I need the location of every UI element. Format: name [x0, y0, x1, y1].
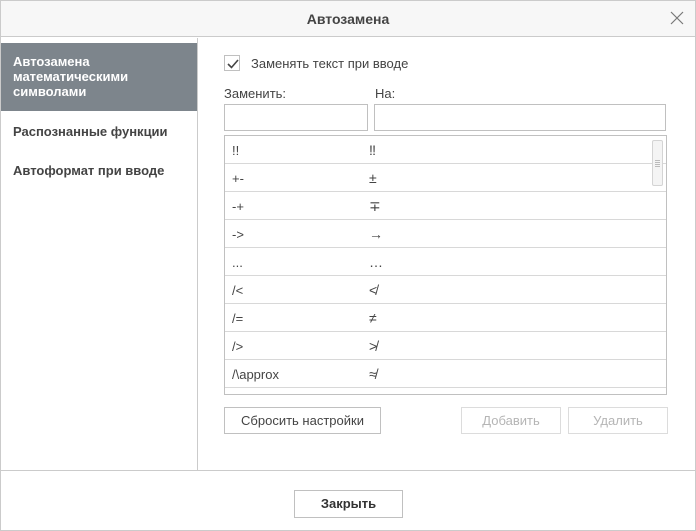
- list-item-from: ->: [232, 227, 244, 242]
- list-item-from: -+: [232, 199, 244, 214]
- replace-on-type-label: Заменять текст при вводе: [251, 56, 409, 71]
- reset-settings-button[interactable]: Сбросить настройки: [224, 407, 381, 434]
- sidebar-item-recognized-functions[interactable]: Распознанные функции: [1, 120, 197, 142]
- list-item[interactable]: ... …: [225, 248, 666, 276]
- sidebar-item-autoformat[interactable]: Автоформат при вводе: [1, 159, 197, 181]
- list-item[interactable]: /= ≠: [225, 304, 666, 332]
- list-item[interactable]: -+ ∓: [225, 192, 666, 220]
- replacement-list[interactable]: !! ‼ +- ± -+ ∓ -> → ... … /< ≮ /= ≠ /> ≯…: [224, 135, 667, 395]
- list-scrollbar-thumb[interactable]: [652, 140, 663, 186]
- dialog-titlebar: Автозамена: [1, 1, 695, 37]
- list-item-to: →: [369, 226, 383, 242]
- add-button[interactable]: Добавить: [461, 407, 561, 434]
- delete-button[interactable]: Удалить: [568, 407, 668, 434]
- list-item-to: ≉: [369, 366, 377, 382]
- list-item-from: ...: [232, 255, 243, 270]
- replace-input[interactable]: [224, 104, 368, 131]
- list-item-to: ≠: [369, 310, 377, 326]
- list-item[interactable]: /> ≯: [225, 332, 666, 360]
- content-panel: Заменять текст при вводе Заменить: На: !…: [199, 38, 695, 470]
- list-item-to: ‼: [369, 142, 376, 158]
- with-label: На:: [375, 86, 396, 101]
- replace-label: Заменить:: [224, 86, 287, 101]
- close-icon[interactable]: [669, 10, 685, 26]
- dialog-footer: Закрыть: [1, 470, 695, 530]
- list-item-to: ±: [369, 170, 377, 186]
- list-item[interactable]: +- ±: [225, 164, 666, 192]
- autocorrect-dialog: Автозамена Автозамена математическими си…: [0, 0, 696, 531]
- checkmark-icon: [227, 59, 239, 69]
- list-item[interactable]: /< ≮: [225, 276, 666, 304]
- list-item-to: ≮: [369, 282, 378, 298]
- dialog-title: Автозамена: [306, 11, 390, 27]
- list-item-to: …: [369, 254, 383, 270]
- list-item-to: ≯: [369, 338, 378, 354]
- list-item-from: /<: [232, 283, 244, 298]
- list-item-from: />: [232, 339, 244, 354]
- replace-on-type-checkbox[interactable]: [224, 55, 240, 71]
- sidebar-item-math-autocorrect[interactable]: Автозамена математическими символами: [1, 43, 197, 111]
- sidebar: Автозамена математическими символами Рас…: [1, 38, 198, 470]
- list-item-to: ∓: [369, 198, 381, 214]
- list-item-from: /\approx: [232, 367, 279, 382]
- list-item[interactable]: /\approx ≉: [225, 360, 666, 388]
- list-item[interactable]: -> →: [225, 220, 666, 248]
- close-button[interactable]: Закрыть: [294, 490, 403, 518]
- list-item-from: +-: [232, 171, 244, 186]
- with-input[interactable]: [374, 104, 666, 131]
- list-item-from: /=: [232, 311, 244, 326]
- list-item[interactable]: !! ‼: [225, 136, 666, 164]
- list-item-from: !!: [232, 143, 240, 158]
